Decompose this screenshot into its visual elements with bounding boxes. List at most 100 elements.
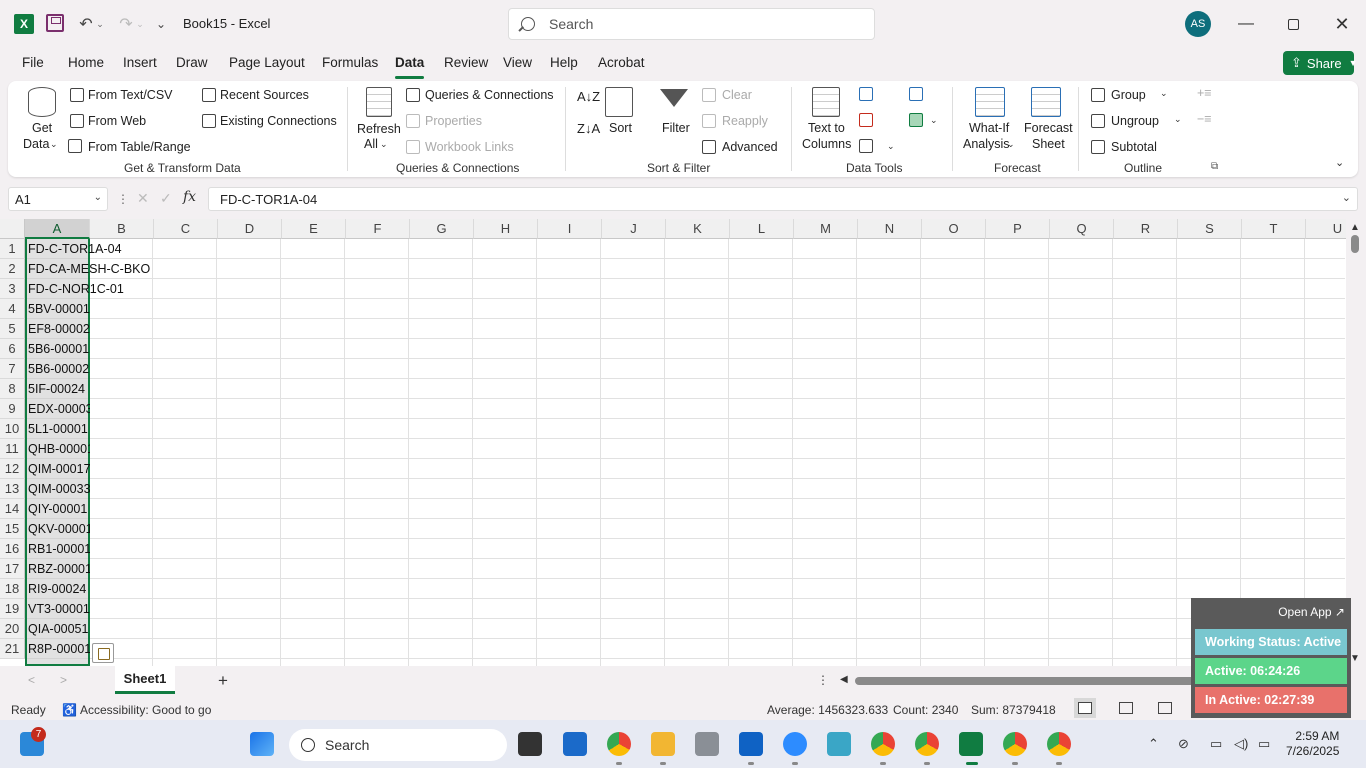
tab-formulas[interactable]: Formulas [322, 55, 378, 70]
paste-options-icon[interactable] [92, 643, 114, 663]
remove-duplicates-icon[interactable] [859, 113, 873, 127]
vertical-scroll-thumb[interactable] [1351, 235, 1359, 253]
scroll-up-icon[interactable]: ▲ [1350, 222, 1360, 233]
column-header-l[interactable]: L [730, 219, 794, 239]
column-header-b[interactable]: B [90, 219, 154, 239]
accessibility-status[interactable]: Accessibility: Good to go [80, 703, 211, 717]
sync-off-icon[interactable]: ⊘ [1178, 736, 1189, 752]
row-header[interactable]: 4 [0, 299, 25, 319]
clock[interactable]: 2:59 AM 7/26/2025 [1286, 729, 1339, 759]
network-icon[interactable]: ▭ [1210, 736, 1222, 752]
maximize-button[interactable] [1281, 12, 1305, 36]
outlook-icon[interactable] [739, 732, 763, 756]
cell-a1[interactable]: FD-C-TOR1A-04 [25, 239, 125, 259]
open-app-link[interactable]: Open App ↗ [1278, 605, 1345, 619]
tab-draw[interactable]: Draw [176, 55, 208, 70]
consolidate-icon[interactable] [909, 87, 923, 101]
formula-input[interactable]: FD-C-TOR1A-04 ⌄ [208, 187, 1358, 211]
undo-icon[interactable]: ↶ [76, 14, 96, 34]
normal-view-icon[interactable] [1078, 702, 1092, 714]
row-header[interactable]: 18 [0, 579, 25, 599]
tab-file[interactable]: File [22, 55, 44, 70]
page-layout-view-icon[interactable] [1119, 702, 1133, 714]
cell-a14[interactable]: QIY-00001 [25, 499, 90, 519]
cell-a12[interactable]: QIM-00017 [25, 459, 90, 479]
row-header[interactable]: 20 [0, 619, 25, 639]
cell-a15[interactable]: QKV-00001 [25, 519, 90, 539]
app-icon[interactable] [827, 732, 851, 756]
cell-a11[interactable]: QHB-00001 [25, 439, 90, 459]
task-view-icon[interactable] [518, 732, 542, 756]
column-header-k[interactable]: K [666, 219, 730, 239]
row-header[interactable]: 6 [0, 339, 25, 359]
tab-page-layout[interactable]: Page Layout [229, 55, 305, 70]
row-header[interactable]: 9 [0, 399, 25, 419]
calculator-icon[interactable] [695, 732, 719, 756]
chrome-profile-icon[interactable] [871, 732, 895, 756]
sheet-tab[interactable]: Sheet1 [115, 666, 175, 694]
row-header[interactable]: 16 [0, 539, 25, 559]
row-header[interactable]: 15 [0, 519, 25, 539]
column-header-j[interactable]: J [602, 219, 666, 239]
cell-a3[interactable]: FD-C-NOR1C-01 [25, 279, 127, 299]
column-header-d[interactable]: D [218, 219, 282, 239]
chevron-down-icon[interactable]: ⌄ [887, 141, 895, 152]
cell-a2[interactable]: FD-CA-MESH-C-BKO [25, 259, 153, 279]
next-sheet-icon[interactable]: > [60, 673, 67, 687]
column-header-q[interactable]: Q [1050, 219, 1114, 239]
row-header[interactable]: 10 [0, 419, 25, 439]
row-header[interactable]: 2 [0, 259, 25, 279]
start-icon[interactable] [250, 732, 274, 756]
tab-data[interactable]: Data [395, 55, 425, 79]
column-header-g[interactable]: G [410, 219, 474, 239]
select-all-corner[interactable] [0, 219, 25, 239]
row-header[interactable]: 13 [0, 479, 25, 499]
row-header[interactable]: 14 [0, 499, 25, 519]
tab-review[interactable]: Review [444, 55, 488, 70]
name-box[interactable]: A1 ⌄ [8, 187, 108, 211]
expand-formula-bar-icon[interactable]: ⌄ [1342, 191, 1351, 204]
column-header-m[interactable]: M [794, 219, 858, 239]
dialog-launcher-icon[interactable]: ⧉ [1211, 161, 1218, 172]
cell-a5[interactable]: EF8-00002 [25, 319, 90, 339]
row-header[interactable]: 7 [0, 359, 25, 379]
tab-acrobat[interactable]: Acrobat [598, 55, 645, 70]
cell-area[interactable] [25, 239, 1345, 666]
sort-az-icon[interactable]: A↓Z [577, 89, 600, 104]
tab-insert[interactable]: Insert [123, 55, 157, 70]
row-header[interactable]: 5 [0, 319, 25, 339]
data-model-icon[interactable] [909, 113, 923, 127]
data-validation-icon[interactable] [859, 139, 873, 153]
search-input[interactable]: Search [508, 8, 875, 40]
tab-help[interactable]: Help [550, 55, 578, 70]
insert-function-icon[interactable]: fx [183, 189, 196, 205]
column-header-f[interactable]: F [346, 219, 410, 239]
spreadsheet-grid[interactable]: ABCDEFGHIJKLMNOPQRSTU 1 2 3 4 5 6 7 8 9 10 11 12 13 1… [0, 219, 1366, 666]
store-icon[interactable] [563, 732, 587, 756]
cell-a10[interactable]: 5L1-00001 [25, 419, 90, 439]
sort-za-icon[interactable]: Z↓A [577, 121, 600, 136]
tab-view[interactable]: View [503, 55, 532, 70]
page-break-view-icon[interactable] [1158, 702, 1172, 714]
cell-a19[interactable]: VT3-00001 [25, 599, 90, 619]
volume-icon[interactable]: ◁) [1234, 736, 1248, 752]
row-header[interactable]: 1 [0, 239, 25, 259]
column-header-c[interactable]: C [154, 219, 218, 239]
row-header[interactable]: 12 [0, 459, 25, 479]
column-header-i[interactable]: I [538, 219, 602, 239]
add-sheet-icon[interactable]: + [218, 671, 228, 691]
column-header-h[interactable]: H [474, 219, 538, 239]
column-header-o[interactable]: O [922, 219, 986, 239]
battery-icon[interactable]: ▭ [1258, 736, 1270, 752]
cell-a17[interactable]: RBZ-00001 [25, 559, 90, 579]
close-button[interactable]: ✕ [1330, 12, 1354, 36]
row-header[interactable]: 19 [0, 599, 25, 619]
save-icon[interactable] [46, 14, 64, 32]
chrome-profile-icon[interactable] [915, 732, 939, 756]
cell-a4[interactable]: 5BV-00001 [25, 299, 90, 319]
cell-a6[interactable]: 5B6-00001 [25, 339, 90, 359]
cell-a7[interactable]: 5B6-00002 [25, 359, 90, 379]
excel-icon[interactable] [959, 732, 983, 756]
taskbar-search[interactable]: Search [289, 729, 507, 761]
chevron-up-icon[interactable]: ⌃ [1148, 736, 1159, 752]
